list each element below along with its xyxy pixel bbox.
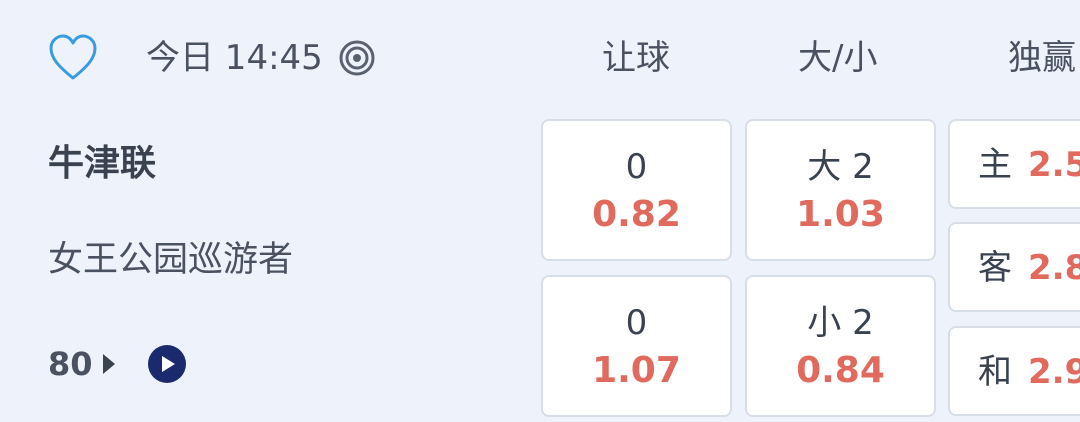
over-button[interactable]: 大 2 1.03	[745, 119, 936, 261]
1x2-label: 和	[978, 352, 1012, 392]
1x2-home-button[interactable]: 主 2.5	[948, 119, 1080, 209]
column-header-1x2: 独赢	[1008, 38, 1076, 78]
1x2-label: 客	[978, 248, 1012, 288]
over-under-odds: 1.03	[796, 194, 885, 235]
handicap-away-button[interactable]: 0 1.07	[541, 275, 732, 417]
column-header-handicap: 让球	[602, 38, 670, 78]
1x2-draw-button[interactable]: 和 2.9	[948, 326, 1080, 416]
over-under-odds: 0.84	[796, 350, 885, 391]
1x2-away-button[interactable]: 客 2.8	[948, 222, 1080, 312]
home-team-name: 牛津联	[48, 143, 157, 184]
heart-icon[interactable]	[48, 34, 98, 82]
minute-value: 80	[48, 345, 93, 383]
handicap-odds: 1.07	[592, 350, 681, 391]
handicap-line: 0	[625, 303, 648, 343]
handicap-home-button[interactable]: 0 0.82	[541, 119, 732, 261]
column-header-over-under: 大/小	[798, 38, 878, 78]
1x2-label: 主	[978, 145, 1012, 185]
handicap-line: 0	[625, 147, 648, 187]
over-under-line: 小 2	[807, 303, 874, 343]
1x2-odds: 2.8	[1028, 248, 1080, 288]
caret-right-icon	[102, 354, 115, 374]
over-under-line: 大 2	[807, 147, 874, 187]
under-button[interactable]: 小 2 0.84	[745, 275, 936, 417]
1x2-odds: 2.9	[1028, 352, 1080, 392]
away-team-name: 女王公园巡游者	[48, 240, 294, 280]
target-icon[interactable]	[338, 39, 376, 77]
match-time: 今日 14:45	[146, 38, 323, 78]
match-minute[interactable]: 80	[48, 340, 115, 388]
1x2-odds: 2.5	[1028, 145, 1080, 185]
handicap-odds: 0.82	[592, 194, 681, 235]
play-icon[interactable]	[148, 345, 186, 383]
